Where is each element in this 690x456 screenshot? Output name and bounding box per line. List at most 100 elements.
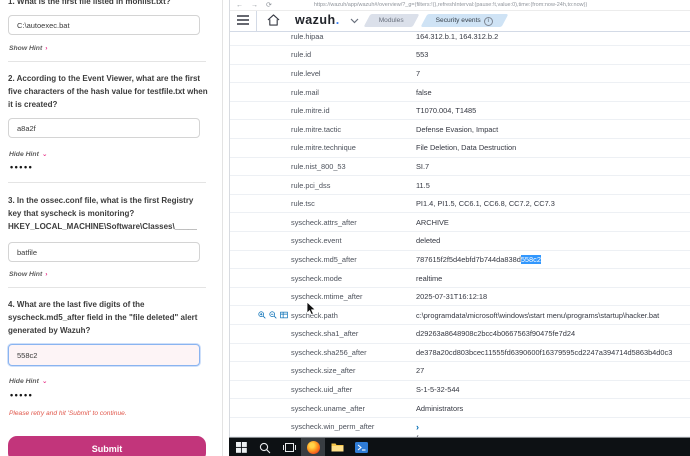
field-value: 553 <box>416 50 428 59</box>
field-value: S-1-5-32-544 <box>416 385 460 394</box>
table-row: syscheck.mtime_after2025-07-31T16:12:18 <box>230 288 690 307</box>
field-value: Defense Evasion, Impact <box>416 125 498 134</box>
table-row: rule.mailfalse <box>230 83 690 102</box>
field-value: 7 <box>416 69 420 78</box>
wazuh-header: wazuh. Modules Security eventsi <box>230 9 690 32</box>
field-value: deleted <box>416 236 440 245</box>
field-value: de378a20cd803bcec11555fd6390600f16379595… <box>416 348 672 357</box>
table-row: rule.pci_dss11.5 <box>230 176 690 195</box>
field-name: syscheck.uid_after <box>291 385 416 394</box>
table-row: syscheck.sha1_afterd29263a8648908c2bcc4b… <box>230 325 690 344</box>
field-name: rule.level <box>291 69 416 78</box>
row-filter-actions[interactable] <box>258 311 288 319</box>
home-icon[interactable] <box>257 9 289 31</box>
field-value: 164.312.b.1, 164.312.b.2 <box>416 32 498 41</box>
filter-out-value-icon[interactable] <box>269 311 277 319</box>
chevron-down-icon: ⌄ <box>42 378 48 385</box>
field-name: syscheck.mode <box>291 274 416 283</box>
question-4-input[interactable] <box>8 344 200 366</box>
mouse-cursor <box>306 302 317 316</box>
table-row: syscheck.uname_afterAdministrators <box>230 399 690 418</box>
filter-for-value-icon[interactable] <box>258 311 266 319</box>
field-value: PI1.4, PI1.5, CC6.1, CC6.8, CC7.2, CC7.3 <box>416 199 555 208</box>
info-icon[interactable]: i <box>484 17 493 26</box>
table-row: rule.nist_800_53SI.7 <box>230 158 690 177</box>
toggle-column-icon[interactable] <box>280 311 288 319</box>
field-name: syscheck.md5_after <box>291 255 416 264</box>
field-value: 27 <box>416 366 424 375</box>
expand-object-icon[interactable]: › <box>416 423 419 431</box>
question-1-input[interactable] <box>8 15 200 35</box>
field-name: syscheck.size_after <box>291 366 416 375</box>
field-name: syscheck.mtime_after <box>291 292 416 301</box>
taskbar <box>229 437 690 456</box>
question-3-text: 3. In the ossec.conf file, what is the f… <box>8 194 208 233</box>
table-row: syscheck.uid_afterS-1-5-32-544 <box>230 381 690 400</box>
question-2-hide-hint-link[interactable]: Hide Hint⌄ <box>9 150 48 158</box>
screen: 1. What is the first file listed in monl… <box>0 0 690 456</box>
powershell-icon[interactable] <box>349 438 373 456</box>
start-button[interactable] <box>229 438 253 456</box>
question-4-hide-hint-link[interactable]: Hide Hint⌄ <box>9 377 48 385</box>
question-4-text: 4. What are the last five digits of the … <box>8 298 208 337</box>
field-value: ARCHIVE <box>416 218 449 227</box>
table-row: syscheck.md5_after787615f2f5d4ebfd7b744d… <box>230 251 690 270</box>
breadcrumb-modules[interactable]: Modules <box>367 14 416 27</box>
logo-dot: . <box>336 13 340 27</box>
table-row: syscheck.moderealtime <box>230 269 690 288</box>
field-name: rule.hipaa <box>291 32 416 41</box>
field-value: 11.5 <box>416 181 430 190</box>
question-1-show-hint-link[interactable]: Show Hint› <box>9 45 48 52</box>
table-row: rule.level7 <box>230 65 690 84</box>
divider <box>8 61 206 62</box>
question-2-text: 2. According to the Event Viewer, what a… <box>8 72 208 111</box>
chevron-right-icon: › <box>45 45 47 52</box>
field-value: c:\programdata\microsoft\windows\start m… <box>416 311 659 320</box>
firefox-icon[interactable] <box>301 438 325 456</box>
wazuh-logo: wazuh. <box>295 13 340 27</box>
divider <box>8 182 206 183</box>
table-row: syscheck.size_after27 <box>230 362 690 381</box>
table-row: syscheck.eventdeleted <box>230 232 690 251</box>
task-view-icon[interactable] <box>277 438 301 456</box>
menu-hamburger-icon[interactable] <box>230 9 256 31</box>
divider <box>8 287 206 288</box>
field-name: syscheck.win_perm_after <box>291 422 416 431</box>
question-3-input[interactable] <box>8 242 200 262</box>
chevron-down-icon: ⌄ <box>42 151 48 158</box>
table-row: rule.mitre.techniqueFile Deletion, Data … <box>230 139 690 158</box>
field-value: 787615f2f5d4ebfd7b744da838d558c2 <box>416 255 541 264</box>
field-name: rule.pci_dss <box>291 181 416 190</box>
browser-window: ← → ⟳ https://wazuh/app/wazuh#/overview/… <box>229 0 690 437</box>
field-name: syscheck.event <box>291 236 416 245</box>
submit-button[interactable]: Submit <box>8 436 206 456</box>
field-name: rule.nist_800_53 <box>291 162 416 171</box>
question-3-show-hint-link[interactable]: Show Hint› <box>9 271 48 278</box>
field-name: rule.mail <box>291 88 416 97</box>
question-4-hint-dots: ••••• <box>10 390 33 400</box>
browser-chrome: ← → ⟳ https://wazuh/app/wazuh#/overview/… <box>230 0 690 11</box>
field-value: T1070.004, T1485 <box>416 106 476 115</box>
breadcrumb-security-events[interactable]: Security eventsi <box>424 14 505 27</box>
table-row: rule.id553 <box>230 46 690 65</box>
event-details-table: rule.hipaa164.312.b.1, 164.312.b.2rule.i… <box>230 28 690 437</box>
field-value: false <box>416 88 432 97</box>
question-2-hint-dots: ••••• <box>10 162 33 172</box>
forward-icon[interactable]: → <box>251 2 258 9</box>
back-icon[interactable]: ← <box>236 2 243 9</box>
address-bar[interactable]: https://wazuh/app/wazuh#/overview/?_g=(f… <box>314 2 587 9</box>
table-row: syscheck.pathc:\programdata\microsoft\wi… <box>230 306 690 325</box>
field-name: syscheck.uname_after <box>291 404 416 413</box>
field-value: d29263a8648908c2bcc4b0667563f90475fe7d24 <box>416 329 575 338</box>
search-icon[interactable] <box>253 438 277 456</box>
field-name: rule.id <box>291 50 416 59</box>
field-value: ›{ <box>416 417 419 437</box>
field-name: rule.mitre.technique <box>291 143 416 152</box>
field-value: SI.7 <box>416 162 429 171</box>
reload-icon[interactable]: ⟳ <box>266 2 272 9</box>
api-selector-chevron-icon[interactable] <box>350 10 359 32</box>
file-explorer-icon[interactable] <box>325 438 349 456</box>
chevron-right-icon: › <box>45 271 47 278</box>
field-name: rule.mitre.tactic <box>291 125 416 134</box>
question-2-input[interactable] <box>8 118 200 138</box>
